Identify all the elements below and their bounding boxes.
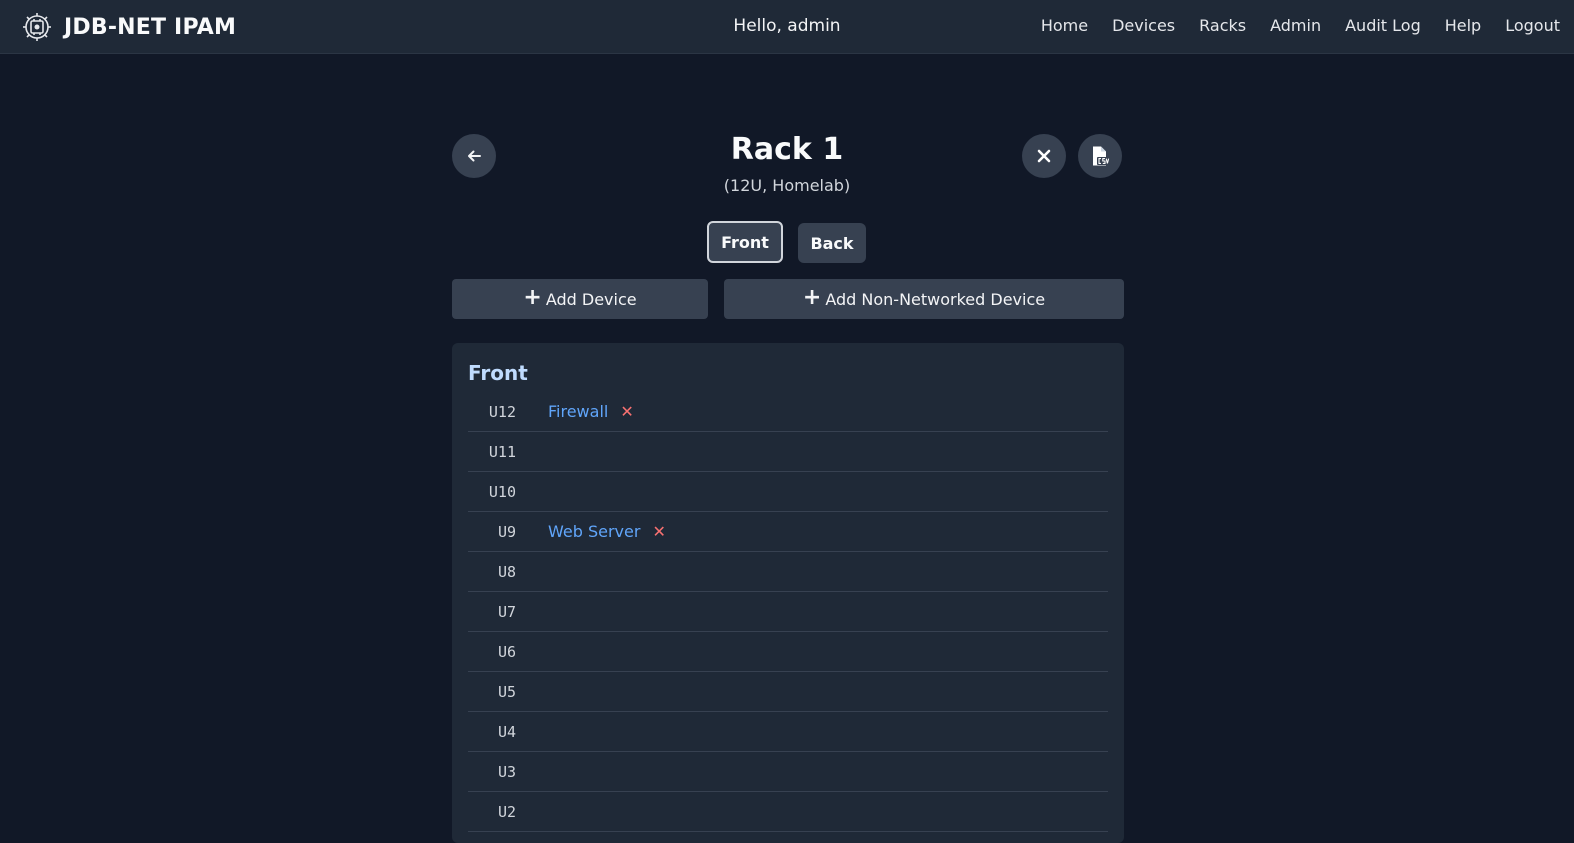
- rack-slot: U3: [468, 752, 1108, 792]
- nav-link-admin[interactable]: Admin: [1270, 16, 1321, 35]
- add-non-networked-label: Add Non-Networked Device: [825, 289, 1046, 309]
- rack-slot: U10: [468, 472, 1108, 512]
- greeting-text: Hello, admin: [733, 16, 841, 36]
- slot-device: Web Server ✕: [548, 522, 666, 541]
- view-toggle-back[interactable]: Back: [798, 223, 866, 263]
- slot-label: U5: [497, 682, 516, 701]
- rack-subtitle: (12U, Homelab): [723, 176, 851, 195]
- slot-label: U3: [497, 762, 516, 781]
- chip-gear-icon: [23, 13, 51, 41]
- rack-slot: U5: [468, 672, 1108, 712]
- slot-label: U2: [497, 802, 516, 821]
- slot-label: U7: [497, 602, 516, 621]
- nav-links: Home Devices Racks Admin Audit Log Help …: [1041, 16, 1560, 35]
- add-non-networked-device-button[interactable]: + Add Non-Networked Device: [724, 279, 1124, 319]
- csv-file-icon: [1093, 146, 1110, 166]
- add-device-button[interactable]: + Add Device: [452, 279, 708, 319]
- nav-link-racks[interactable]: Racks: [1199, 16, 1246, 35]
- rack-title: Rack 1: [730, 132, 844, 167]
- rack-slot: U8: [468, 552, 1108, 592]
- rack-slot: U9 Web Server ✕: [468, 512, 1108, 552]
- rack-slot: U11: [468, 432, 1108, 472]
- slot-label: U9: [497, 522, 516, 541]
- view-toggle-front[interactable]: Front: [707, 221, 783, 263]
- close-icon: [1037, 149, 1051, 163]
- rack-slot: U2: [468, 792, 1108, 832]
- slot-label: U10: [488, 482, 516, 501]
- rack-slot: U7: [468, 592, 1108, 632]
- panel-title: Front: [468, 361, 528, 385]
- nav-link-help[interactable]: Help: [1445, 16, 1481, 35]
- add-device-label: Add Device: [545, 289, 637, 309]
- nav-link-devices[interactable]: Devices: [1112, 16, 1175, 35]
- nav-link-home[interactable]: Home: [1041, 16, 1088, 35]
- rack-slot: U12 Firewall ✕: [468, 392, 1108, 432]
- slot-label: U6: [497, 642, 516, 661]
- top-navbar: JDB-NET IPAM Hello, admin Home Devices R…: [0, 0, 1574, 54]
- export-csv-button[interactable]: [1078, 134, 1122, 178]
- slot-device: Firewall ✕: [548, 402, 634, 421]
- slot-label: U11: [488, 442, 516, 461]
- remove-x-icon[interactable]: ✕: [620, 402, 633, 421]
- slot-label: U12: [488, 402, 516, 421]
- plus-icon: +: [802, 285, 822, 310]
- rack-slot-list: U12 Firewall ✕ U11 U10 U9 Web Server ✕ U…: [468, 392, 1108, 832]
- nav-link-logout[interactable]: Logout: [1505, 16, 1560, 35]
- device-link-web-server[interactable]: Web Server: [548, 522, 640, 541]
- slot-label: U4: [497, 722, 516, 741]
- rack-slot: U6: [468, 632, 1108, 672]
- device-link-firewall[interactable]: Firewall: [548, 402, 608, 421]
- close-button[interactable]: [1022, 134, 1066, 178]
- rack-front-panel: Front U12 Firewall ✕ U11 U10 U9 Web Serv…: [452, 343, 1124, 843]
- plus-icon: +: [523, 285, 542, 310]
- brand-title: JDB-NET IPAM: [64, 14, 237, 40]
- nav-link-audit-log[interactable]: Audit Log: [1345, 16, 1421, 35]
- brand[interactable]: JDB-NET IPAM: [21, 11, 236, 43]
- slot-label: U8: [497, 562, 516, 581]
- rack-slot: U4: [468, 712, 1108, 752]
- remove-x-icon[interactable]: ✕: [652, 522, 665, 541]
